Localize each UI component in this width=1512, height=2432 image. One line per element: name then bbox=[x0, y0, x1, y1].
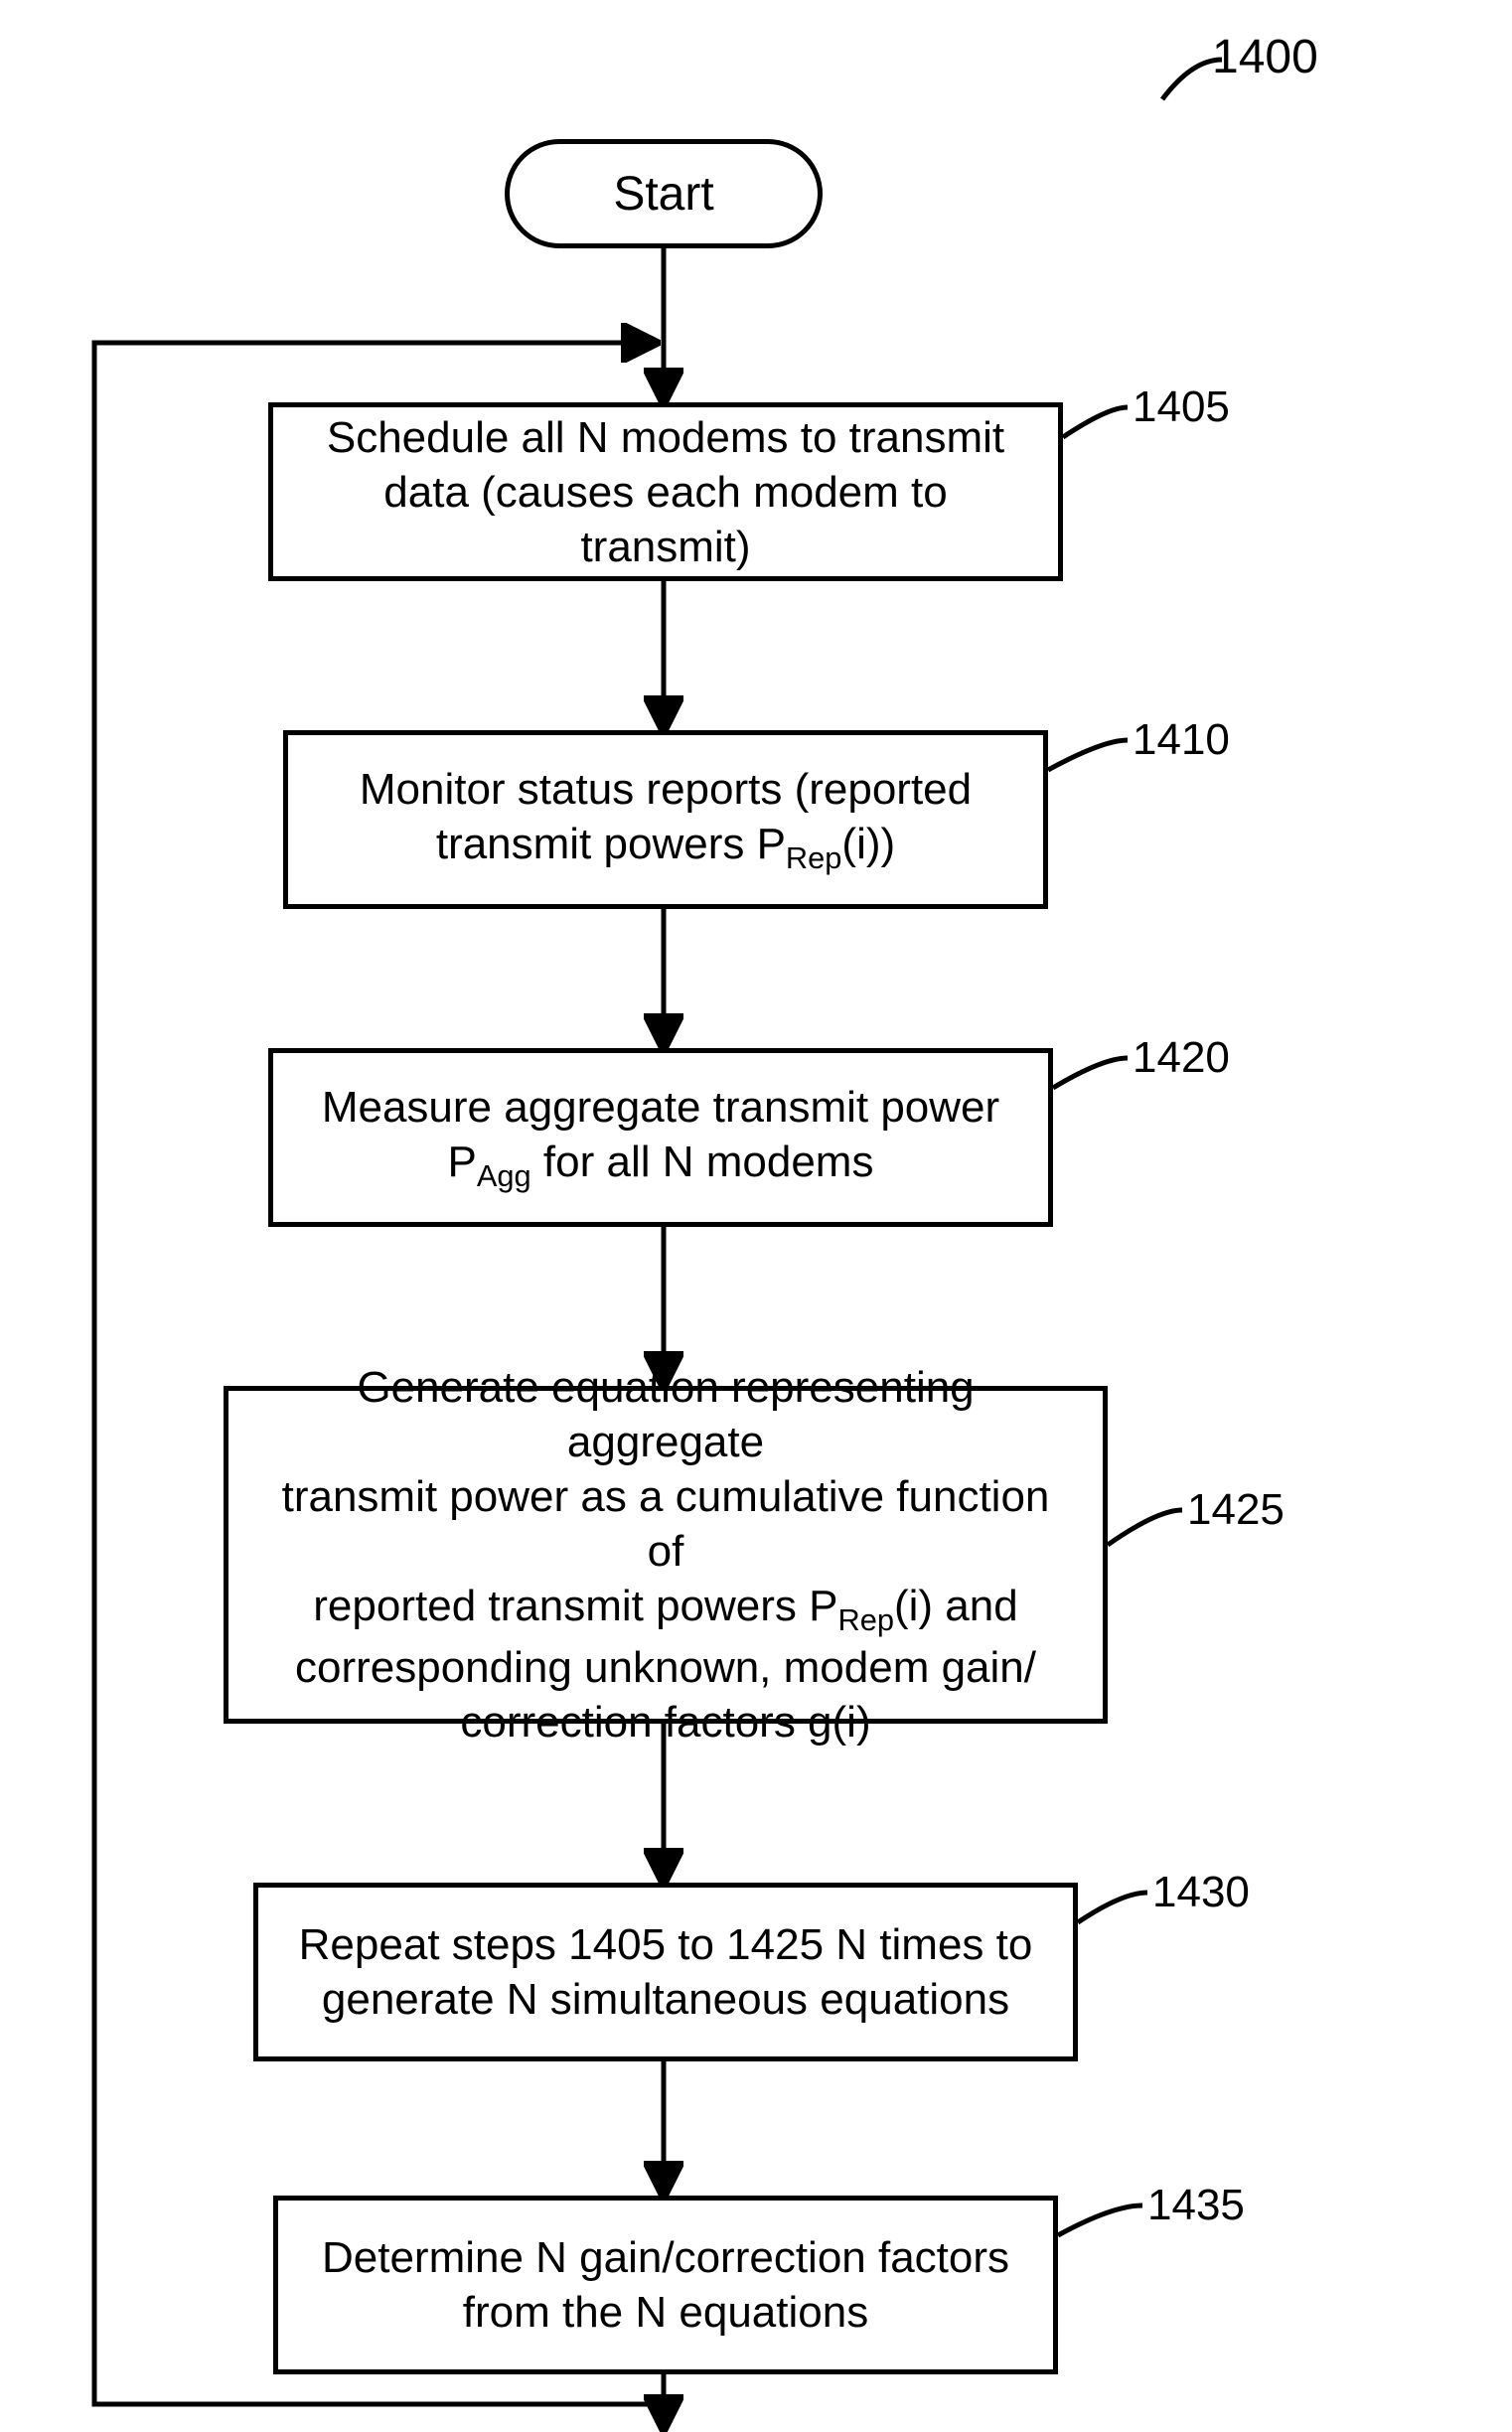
process-step-1425: Generate equation representing aggregate… bbox=[224, 1386, 1108, 1724]
ref-label-1435: 1435 bbox=[1147, 2181, 1245, 2230]
process-step-1430: Repeat steps 1405 to 1425 N times to gen… bbox=[253, 1883, 1078, 2061]
step-1420-text: Measure aggregate transmit power PAgg fo… bbox=[322, 1080, 999, 1195]
step-1430-text: Repeat steps 1405 to 1425 N times to gen… bbox=[288, 1917, 1043, 2027]
step-1405-text: Schedule all N modems to transmit data (… bbox=[303, 410, 1028, 574]
start-node: Start bbox=[505, 139, 823, 248]
process-step-1420: Measure aggregate transmit power PAgg fo… bbox=[268, 1048, 1053, 1227]
ref-label-1410: 1410 bbox=[1133, 715, 1230, 765]
step-1410-text: Monitor status reports (reported transmi… bbox=[360, 762, 972, 877]
ref-label-1425: 1425 bbox=[1187, 1485, 1285, 1535]
start-text: Start bbox=[613, 167, 713, 222]
ref-label-1430: 1430 bbox=[1152, 1868, 1250, 1917]
flowchart: 1400 Start Schedule all N modems to tran… bbox=[0, 0, 1512, 2432]
step-1425-text: Generate equation representing aggregate… bbox=[258, 1360, 1073, 1748]
process-step-1410: Monitor status reports (reported transmi… bbox=[283, 730, 1048, 909]
ref-label-1405: 1405 bbox=[1133, 382, 1230, 432]
ref-label-1420: 1420 bbox=[1133, 1033, 1230, 1083]
figure-number-label: 1400 bbox=[1212, 30, 1318, 84]
process-step-1435: Determine N gain/correction factors from… bbox=[273, 2196, 1058, 2374]
process-step-1405: Schedule all N modems to transmit data (… bbox=[268, 402, 1063, 581]
step-1435-text: Determine N gain/correction factors from… bbox=[308, 2230, 1023, 2340]
